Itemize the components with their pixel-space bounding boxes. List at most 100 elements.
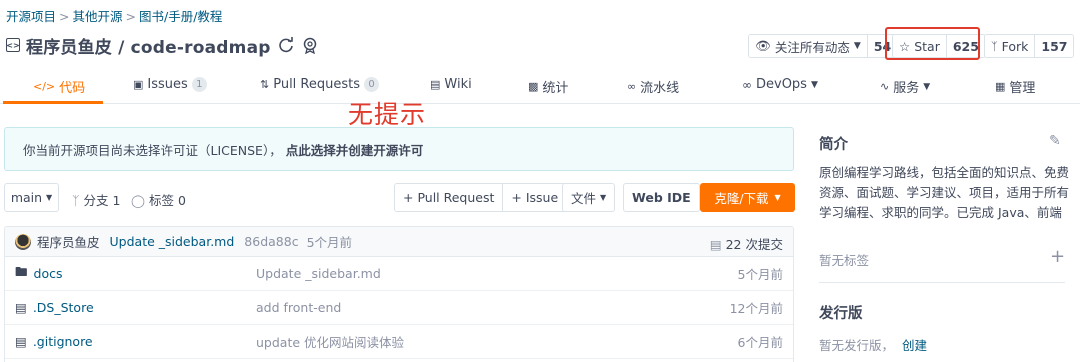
file-name[interactable]: docs xyxy=(34,266,63,281)
no-release-text: 暂无发行版， xyxy=(819,338,895,353)
tab-manage[interactable]: ▦ 管理 xyxy=(995,77,1035,96)
file-row[interactable]: 🖿 docs Update _sidebar.md 5个月前 xyxy=(5,257,793,291)
latest-commit-bar: 程序员鱼皮 Update _sidebar.md 86da88c 5个月前 ▤ … xyxy=(5,227,793,257)
new-pull-request-button[interactable]: + Pull Request xyxy=(395,184,502,211)
new-pr-issue-group: + Pull Request + Issue xyxy=(394,183,568,212)
no-tags-text: 暂无标签 xyxy=(819,253,870,268)
tab-code[interactable]: </> 代码 xyxy=(33,77,85,96)
commit-count[interactable]: ▤ 22 次提交 xyxy=(710,234,783,253)
tab-pull-requests[interactable]: ⇅ Pull Requests 0 xyxy=(260,77,380,92)
eye-icon: 👁 xyxy=(755,38,771,53)
file-name[interactable]: .gitignore xyxy=(33,334,93,349)
branch-select[interactable]: main ▼ xyxy=(4,183,59,212)
license-create-link[interactable]: 点此选择并创建开源许可 xyxy=(286,140,424,159)
tab-wiki[interactable]: ▤ Wiki xyxy=(430,77,472,92)
tags-link[interactable]: ◯ 标签 0 xyxy=(131,190,186,209)
file-row[interactable]: ▤ .DS_Store add front-end 12个月前 xyxy=(5,291,793,325)
commit-message[interactable]: Update _sidebar.md xyxy=(110,234,235,249)
file-table: 程序员鱼皮 Update _sidebar.md 86da88c 5个月前 ▤ … xyxy=(4,226,794,362)
avatar[interactable] xyxy=(15,233,31,250)
edit-icon[interactable]: ✎ xyxy=(1049,133,1061,149)
file-name[interactable]: .DS_Store xyxy=(33,300,94,315)
file-name-cell[interactable]: ▤ .gitignore xyxy=(15,334,93,349)
repo-tabs: </> 代码 ▣ Issues 1 ⇅ Pull Requests 0 ▤ Wi… xyxy=(0,70,1080,104)
tab-service[interactable]: ∿ 服务 ▼ xyxy=(880,77,930,96)
folder-icon: 🖿 xyxy=(15,264,28,279)
breadcrumb-item[interactable]: 其他开源 xyxy=(73,9,123,24)
watch-button[interactable]: 👁 关注所有动态 ▼ xyxy=(749,35,868,57)
release-title: 发行版 xyxy=(819,306,863,322)
chevron-down-icon: ▼ xyxy=(46,193,53,202)
intro-title: 简介 xyxy=(819,137,848,153)
service-icon: ∿ xyxy=(880,80,890,93)
intro-text: 原创编程学习路线，包括全面的知识点、免费资源、面试题、学习建议、项目，适用于所有… xyxy=(819,165,1070,220)
clone-label: 克隆/下载 xyxy=(714,191,769,206)
breadcrumb: 开源项目 > 其他开源 > 图书/手册/教程 xyxy=(6,6,222,25)
watch-button-group: 👁 关注所有动态 ▼ 54 xyxy=(748,34,899,58)
breadcrumb-separator: > xyxy=(125,9,136,24)
fork-count[interactable]: 157 xyxy=(1035,35,1074,57)
file-commit-message[interactable]: update 优化网站阅读体验 xyxy=(256,332,404,351)
tab-label: 流水线 xyxy=(640,81,680,96)
badge-icon[interactable] xyxy=(301,36,319,54)
file-commit-time: 5个月前 xyxy=(737,267,783,282)
file-icon: ▤ xyxy=(15,300,27,315)
chevron-down-icon: ▼ xyxy=(810,79,818,90)
repo-icon: <> xyxy=(6,38,20,52)
watch-label: 关注所有动态 xyxy=(774,39,850,55)
tab-label: Issues xyxy=(147,77,188,92)
tab-stats[interactable]: ▩ 统计 xyxy=(528,77,568,96)
chevron-down-icon: ▼ xyxy=(774,193,781,202)
tab-label: Pull Requests xyxy=(273,77,361,92)
repo-title[interactable]: 程序员鱼皮 / code-roadmap xyxy=(26,33,271,58)
clone-download-button[interactable]: 克隆/下载 ▼ xyxy=(700,183,795,212)
create-release-link[interactable]: 创建 xyxy=(902,338,927,353)
tab-label: 统计 xyxy=(542,81,569,96)
tab-label: 服务 xyxy=(893,81,920,96)
tab-issues[interactable]: ▣ Issues 1 xyxy=(133,77,207,92)
pipeline-icon: ∞ xyxy=(627,80,637,93)
tab-pipeline[interactable]: ∞ 流水线 xyxy=(627,77,679,96)
file-commit-time: 12个月前 xyxy=(729,301,783,316)
fork-label: Fork xyxy=(1001,38,1029,54)
tab-badge: 0 xyxy=(364,77,380,92)
add-tag-icon[interactable]: + xyxy=(1050,246,1065,267)
breadcrumb-item[interactable]: 开源项目 xyxy=(6,9,56,24)
code-icon: </> xyxy=(33,80,56,93)
breadcrumb-item[interactable]: 图书/手册/教程 xyxy=(139,9,222,24)
commit-count-label: 22 次提交 xyxy=(725,237,783,252)
active-tab-indicator xyxy=(3,101,103,104)
sidebar-divider xyxy=(819,282,1065,283)
new-issue-button[interactable]: + Issue xyxy=(502,184,566,211)
file-commit-message[interactable]: add front-end xyxy=(256,300,341,315)
issue-icon: ▣ xyxy=(133,78,144,91)
stats-icon: ▩ xyxy=(528,80,539,93)
branches-link[interactable]: ᛉ 分支 1 xyxy=(72,190,120,209)
tags-label: 标签 0 xyxy=(148,193,186,208)
sync-icon[interactable] xyxy=(277,36,295,54)
tab-label: Wiki xyxy=(444,77,472,92)
tab-devops[interactable]: ∞ DevOps ▼ xyxy=(742,77,818,92)
chevron-down-icon: ▼ xyxy=(600,193,607,202)
commit-hash[interactable]: 86da88c xyxy=(244,234,298,249)
devops-icon: ∞ xyxy=(742,77,752,92)
commit-time: 5个月前 xyxy=(306,235,353,250)
file-icon: ▤ xyxy=(15,334,27,349)
commit-author[interactable]: 程序员鱼皮 xyxy=(37,232,100,251)
manage-icon: ▦ xyxy=(995,80,1006,93)
tab-label: 管理 xyxy=(1009,81,1036,96)
annotation-text: 无提示 xyxy=(348,100,427,129)
file-row[interactable]: ▤ .gitignore update 优化网站阅读体验 6个月前 xyxy=(5,325,793,359)
file-menu-label: 文件 xyxy=(571,191,597,206)
wiki-icon: ▤ xyxy=(430,78,441,91)
release-info: 暂无发行版， 创建 xyxy=(819,335,927,354)
license-banner: 你当前开源项目尚未选择许可证（LICENSE）， 点此选择并创建开源许可 xyxy=(4,127,794,171)
license-banner-text: 你当前开源项目尚未选择许可证（LICENSE）， xyxy=(23,142,282,158)
file-name-cell[interactable]: ▤ .DS_Store xyxy=(15,300,94,315)
file-commit-message[interactable]: Update _sidebar.md xyxy=(256,266,381,281)
branches-label: 分支 1 xyxy=(83,193,121,208)
web-ide-button[interactable]: Web IDE xyxy=(623,183,700,212)
file-menu-button[interactable]: 文件 ▼ xyxy=(562,183,616,212)
fork-button[interactable]: ᛉ Fork xyxy=(985,35,1036,57)
file-name-cell[interactable]: 🖿 docs xyxy=(15,263,62,284)
